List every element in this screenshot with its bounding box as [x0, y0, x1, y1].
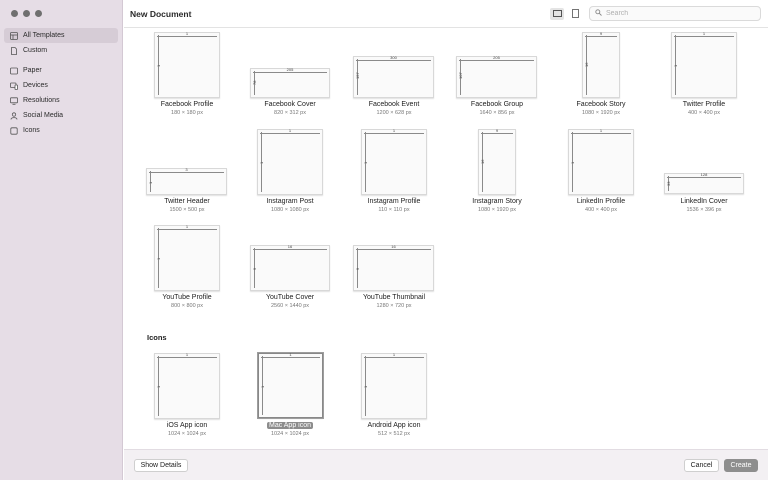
template-size: 1080 × 1920 px [477, 207, 517, 213]
window-title: New Document [130, 9, 192, 19]
template-thumbnail: 205 78 [250, 68, 330, 98]
template-thumbnail: 9 16 [582, 32, 620, 98]
sidebar-list: All Templates Custom Paper Devices Resol… [4, 28, 118, 138]
show-details-button[interactable]: Show Details [134, 459, 188, 472]
zoom-window-button[interactable] [35, 10, 42, 17]
template-size: 1024 × 1024 px [167, 431, 207, 437]
grid-icon [10, 31, 18, 40]
sidebar-item-devices[interactable]: Devices [4, 78, 118, 93]
portrait-icon [571, 8, 579, 20]
template-thumbnail: 11 [257, 352, 324, 419]
devices-icon [10, 82, 18, 90]
template-thumbnail: 9 16 [478, 129, 516, 195]
template-thumbnail: 11 [154, 225, 220, 291]
landscape-orientation-button[interactable] [550, 8, 564, 20]
search-icon [595, 9, 602, 18]
sidebar-item-social-media[interactable]: Social Media [4, 108, 118, 123]
search-field[interactable] [589, 6, 761, 21]
close-window-button[interactable] [11, 10, 18, 17]
sidebar-item-label: Social Media [23, 112, 64, 119]
paper-icon [10, 67, 18, 75]
template-size: 400 × 400 px [688, 110, 720, 116]
landscape-icon [552, 9, 562, 19]
template-thumbnail: 128 33 [664, 173, 744, 194]
template-size: 820 × 312 px [274, 110, 306, 116]
sidebar-item-label: Icons [23, 127, 40, 134]
sidebar-item-label: Custom [23, 47, 48, 54]
person-icon [10, 111, 18, 120]
template-thumbnail: 11 [361, 353, 427, 419]
create-button[interactable]: Create [724, 459, 758, 472]
sidebar-item-label: Devices [23, 82, 48, 89]
sidebar-item-all-templates[interactable]: All Templates [4, 28, 118, 43]
template-name: Twitter Header [164, 198, 210, 205]
template-name: Instagram Post [266, 198, 314, 205]
template-size: 1024 × 1024 px [270, 431, 310, 437]
template-name: YouTube Cover [265, 294, 315, 301]
template-name: LinkedIn Profile [576, 198, 626, 205]
template-name: YouTube Thumbnail [362, 294, 425, 301]
template-size: 180 × 180 px [171, 110, 203, 116]
template-thumbnail: 11 [568, 129, 634, 195]
template-grid: 11 Facebook Profile 180 × 180 px 205 78 F… [124, 29, 768, 449]
sidebar-item-custom[interactable]: Custom [4, 43, 118, 58]
section-title-icons: Icons [147, 333, 167, 342]
cancel-button[interactable]: Cancel [684, 459, 719, 472]
toolbar: New Document [124, 0, 768, 28]
template-thumbnail: 205 107 [456, 56, 537, 98]
template-name: YouTube Profile [162, 294, 212, 301]
search-input[interactable] [606, 10, 756, 17]
template-name: Mac App icon [266, 422, 314, 429]
template-size: 1200 × 628 px [376, 110, 412, 116]
sidebar-item-label: Paper [23, 67, 42, 74]
document-icon [10, 46, 18, 55]
template-size: 1080 × 1080 px [270, 207, 310, 213]
minimize-window-button[interactable] [23, 10, 30, 17]
template-size: 1080 × 1920 px [581, 110, 621, 116]
template-thumbnail: 11 [154, 353, 220, 419]
template-thumbnail: 11 [361, 129, 427, 195]
sidebar-item-label: All Templates [23, 32, 65, 39]
footer-bar: Show Details Cancel Create [124, 449, 768, 480]
template-name: Facebook Profile [160, 101, 214, 108]
template-thumbnail: 31 [146, 168, 227, 195]
window-controls [11, 10, 42, 17]
template-thumbnail: 11 [154, 32, 220, 98]
template-name: Android App icon [367, 422, 421, 429]
template-size: 110 × 110 px [378, 207, 410, 213]
portrait-orientation-button[interactable] [568, 8, 582, 20]
template-size: 1500 × 500 px [169, 207, 205, 213]
template-name: Facebook Group [470, 101, 524, 108]
template-size: 512 × 512 px [378, 431, 410, 437]
monitor-icon [10, 96, 18, 105]
template-size: 1280 × 720 px [376, 303, 412, 309]
template-thumbnail: 11 [671, 32, 737, 98]
template-name: Instagram Story [472, 198, 522, 205]
template-name: iOS App icon [166, 422, 208, 429]
sidebar-item-icons[interactable]: Icons [4, 123, 118, 138]
template-name: Facebook Story [576, 101, 626, 108]
template-size: 1536 × 396 px [686, 207, 722, 213]
template-size: 400 × 400 px [585, 207, 617, 213]
template-name: Instagram Profile [367, 198, 421, 205]
template-name: Facebook Event [368, 101, 420, 108]
template-name: Facebook Cover [264, 101, 316, 108]
sidebar: All Templates Custom Paper Devices Resol… [0, 0, 123, 480]
template-size: 1640 × 856 px [479, 110, 515, 116]
template-name: LinkedIn Cover [680, 198, 728, 205]
sidebar-item-paper[interactable]: Paper [4, 63, 118, 78]
template-size: 2560 × 1440 px [270, 303, 310, 309]
sidebar-item-resolutions[interactable]: Resolutions [4, 93, 118, 108]
template-size: 800 × 800 px [171, 303, 203, 309]
template-name: Twitter Profile [682, 101, 726, 108]
template-thumbnail: 16 9 [353, 245, 434, 291]
template-thumbnail: 11 [257, 129, 323, 195]
template-thumbnail: 16 9 [250, 245, 330, 291]
template-thumbnail: 300 157 [353, 56, 434, 98]
square-icon [10, 126, 18, 135]
sidebar-item-label: Resolutions [23, 97, 60, 104]
